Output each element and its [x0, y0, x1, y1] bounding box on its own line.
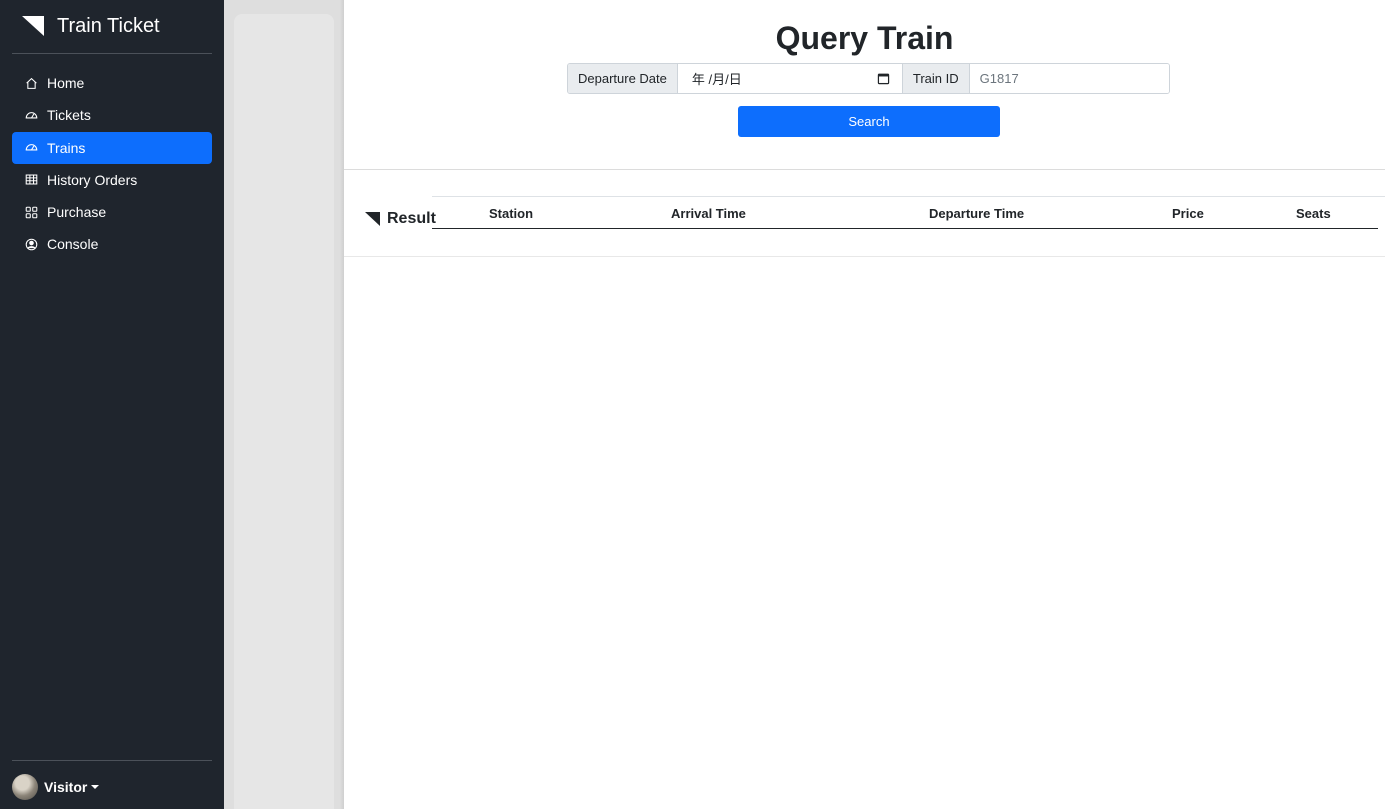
sidebar-divider	[12, 760, 212, 761]
sidebar-item-tickets[interactable]: Tickets	[12, 99, 212, 131]
departure-date-label: Departure Date	[568, 64, 678, 93]
sidebar: Train Ticket Home Tickets Trains History…	[0, 0, 224, 809]
brand[interactable]: Train Ticket	[22, 14, 160, 38]
sidebar-item-console[interactable]: Console	[12, 228, 212, 260]
column-header-price: Price	[1172, 206, 1204, 221]
sidebar-item-label: Purchase	[47, 204, 107, 221]
user-menu[interactable]: Visitor	[12, 774, 100, 800]
sidebar-item-history-orders[interactable]: History Orders	[12, 164, 212, 196]
departure-date-input[interactable]: 年 /月/日	[677, 64, 902, 93]
column-header-departure-time: Departure Time	[929, 206, 1025, 221]
train-logo-icon	[365, 212, 380, 226]
sidebar-nav: Home Tickets Trains History Orders Purch…	[12, 67, 212, 261]
sidebar-item-label: History Orders	[47, 171, 138, 188]
train-id-label: Train ID	[901, 64, 970, 93]
sidebar-divider	[12, 53, 212, 54]
sidebar-item-trains[interactable]: Trains	[12, 131, 212, 164]
main-content: Query Train Departure Date 年 /月/日 Train …	[344, 0, 1385, 809]
date-value: 年 /月/日	[691, 72, 742, 87]
content-gutter	[224, 0, 344, 809]
search-button[interactable]: Search	[738, 106, 1000, 137]
calendar-icon[interactable]	[877, 72, 890, 85]
gutter-card	[234, 14, 334, 809]
result-label: Result	[387, 210, 436, 227]
sidebar-item-purchase[interactable]: Purchase	[12, 196, 212, 228]
user-name: Visitor	[44, 779, 88, 795]
speedometer-icon	[25, 112, 38, 119]
sidebar-item-label: Home	[47, 75, 85, 91]
page-title: Query Train	[775, 20, 954, 56]
column-header-station: Station	[489, 206, 534, 221]
sidebar-item-label: Tickets	[47, 107, 91, 124]
column-header-seats: Seats	[1296, 206, 1331, 221]
section-divider	[344, 169, 1385, 170]
person-circle-icon	[25, 238, 38, 251]
section-divider	[344, 256, 1385, 257]
column-header-arrival-time: Arrival Time	[671, 206, 746, 221]
table-top-border	[432, 196, 1385, 197]
train-logo-icon	[22, 16, 44, 36]
query-form: Departure Date 年 /月/日 Train ID	[567, 63, 1170, 94]
sidebar-item-home[interactable]: Home	[12, 67, 212, 99]
sidebar-item-label: Trains	[47, 139, 86, 156]
table-icon	[25, 174, 38, 185]
result-table-header: Station Arrival Time Departure Time Pric…	[432, 198, 1378, 229]
caret-down-icon	[91, 785, 100, 789]
house-icon	[26, 77, 37, 89]
result-heading: Result	[365, 210, 436, 228]
sidebar-item-label: Console	[47, 236, 99, 253]
app-title: Train Ticket	[57, 14, 160, 37]
avatar	[12, 774, 38, 800]
speedometer-icon	[25, 144, 38, 151]
train-id-input[interactable]	[969, 64, 1169, 93]
grid-icon	[25, 206, 38, 218]
